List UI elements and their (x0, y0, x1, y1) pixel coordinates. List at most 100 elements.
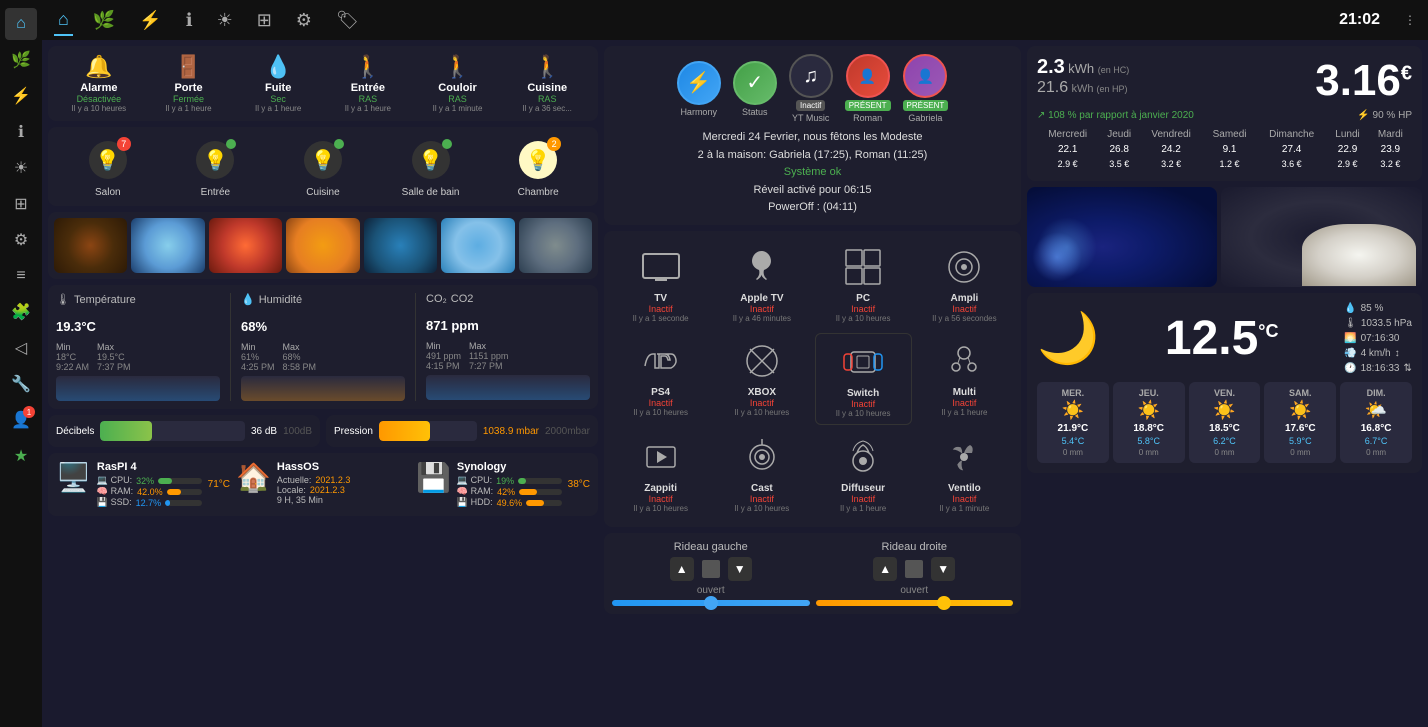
camera-1[interactable] (54, 218, 127, 273)
sidebar-icon-person[interactable]: 👤 (5, 404, 37, 436)
door-icon: 🚪 (175, 54, 202, 80)
sidebar-icon-grid[interactable]: ⊞ (5, 188, 37, 220)
avatar-ytmusic[interactable]: ♫ Inactif YT Music (789, 54, 833, 123)
curtain-right-up-button[interactable]: ▲ (873, 557, 897, 581)
alarm-item-entree[interactable]: 🚶 Entrée RAS Il y a 1 heure (325, 54, 411, 113)
topnav-lightning-icon[interactable]: ⚡ (135, 6, 165, 35)
energy-table: Mercredi Jeudi Vendredi Samedi Dimanche … (1037, 127, 1412, 171)
light-entree[interactable]: 💡 Entrée (164, 135, 268, 198)
media-tv[interactable]: TV Inactif Il y a 1 seconde (612, 239, 709, 329)
media-multi[interactable]: Multi Inactif Il y a 1 heure (916, 333, 1013, 425)
appletv-icon (740, 245, 784, 289)
fuite-label: Fuite (265, 82, 291, 94)
camera-2[interactable] (131, 218, 204, 273)
sidebar-icon-leaf[interactable]: 🌿 (5, 44, 37, 76)
avatar-status[interactable]: ✓ Status (733, 61, 777, 117)
light-cuisine[interactable]: 💡 Cuisine (271, 135, 375, 198)
decibels-value: 36 dB (251, 426, 277, 437)
media-zappiti[interactable]: Zappiti Inactif Il y a 10 heures (612, 429, 709, 519)
euro-samedi: 1.2 € (1202, 157, 1257, 171)
media-appletv[interactable]: Apple TV Inactif Il y a 46 minutes (713, 239, 810, 329)
sidebar-icon-layers[interactable]: ≡ (5, 260, 37, 292)
alarm-item-fuite[interactable]: 💧 Fuite Sec Il y a 1 heure (235, 54, 321, 113)
alarm-item-couloir[interactable]: 🚶 Couloir RAS Il y a 1 minute (415, 54, 501, 113)
media-switch[interactable]: Switch Inactif Il y a 10 heures (815, 333, 912, 425)
day-mardi: Mardi (1369, 127, 1412, 142)
curtain-left-slider[interactable] (612, 600, 810, 606)
euro-dimanche: 3.6 € (1257, 157, 1326, 171)
camera-live-1[interactable] (1027, 187, 1217, 287)
wind-dir-icon: ↕ (1395, 348, 1400, 359)
camera-7[interactable] (519, 218, 592, 273)
topnav-info-icon[interactable]: ℹ (182, 6, 197, 35)
topnav-home-icon[interactable]: ⌂ (54, 5, 73, 36)
alarm-item-cuisine-motion[interactable]: 🚶 Cuisine RAS Il y a 36 sec... (504, 54, 590, 113)
kwh-jeudi: 26.8 (1098, 142, 1140, 157)
xbox-time: Il y a 10 heures (735, 408, 790, 417)
forecast-mer-low: 5.4°C (1062, 436, 1085, 446)
sidebar-icon-arrow[interactable]: ◁ (5, 332, 37, 364)
camera-4[interactable] (286, 218, 359, 273)
topnav-brightness-icon[interactable]: ☀ (213, 6, 237, 35)
camera-6[interactable] (441, 218, 514, 273)
media-ps4[interactable]: PS4 Inactif Il y a 10 heures (612, 333, 709, 425)
camera-3[interactable] (209, 218, 282, 273)
media-xbox[interactable]: XBOX Inactif Il y a 10 heures (713, 333, 810, 425)
avatar-harmony[interactable]: ⚡ Harmony (677, 61, 721, 117)
sidebar-icon-brightness[interactable]: ☀ (5, 152, 37, 184)
diffuseur-status: Inactif (851, 494, 875, 504)
curtain-left-up-button[interactable]: ▲ (670, 557, 694, 581)
topnav-tag-icon[interactable]: 🏷 (332, 6, 363, 35)
media-diffuseur[interactable]: Diffuseur Inactif Il y a 1 heure (815, 429, 912, 519)
center-panel: ⚡ Harmony ✓ Status ♫ Inactif YT Music (604, 46, 1021, 721)
forecast-jeu-high: 18.8°C (1133, 423, 1164, 434)
pressure-weather-icon: 🌡 (1344, 318, 1357, 329)
alarm-item-alarme[interactable]: 🔔 Alarme Désactivée Il y a 10 heures (56, 54, 142, 113)
camera-live-2[interactable] (1221, 187, 1423, 287)
topnav-leaf-icon[interactable]: 🌿 (89, 6, 119, 35)
euro-lundi: 2.9 € (1326, 157, 1368, 171)
curtain-left-down-button[interactable]: ▼ (728, 557, 752, 581)
curtain-right-down-button[interactable]: ▼ (931, 557, 955, 581)
sidebar-icon-star[interactable]: ★ (5, 440, 37, 472)
light-chambre[interactable]: 💡 2 Chambre (486, 135, 590, 198)
euro-mercredi: 2.9 € (1037, 157, 1098, 171)
media-ampli[interactable]: Ampli Inactif Il y a 56 secondes (916, 239, 1013, 329)
sidebar-icon-home[interactable]: ⌂ (5, 8, 37, 40)
ytmusic-avatar: ♫ (789, 54, 833, 98)
sidebar-icon-tools[interactable]: 🔧 (5, 368, 37, 400)
sidebar-icon-gear[interactable]: ⚙ (5, 224, 37, 256)
decibels-panel: Décibels 36 dB 100dB (48, 415, 320, 447)
right-panel: 2.3 kWh (en HC) 21.6 kWh (en HP) 3.16€ (1027, 46, 1422, 721)
sidebar-icon-puzzle[interactable]: 🧩 (5, 296, 37, 328)
forecast-jeu-low: 5.8°C (1137, 436, 1160, 446)
media-pc[interactable]: PC Inactif Il y a 10 heures (815, 239, 912, 329)
sidebar-icon-info[interactable]: ℹ (5, 116, 37, 148)
alarm-label: Alarme (80, 82, 117, 94)
topnav-more-icon[interactable]: ⋮ (1404, 13, 1416, 27)
avatar-gabriela[interactable]: 👤 PRÉSENT Gabriela (903, 54, 949, 123)
light-sdb[interactable]: 💡 Salle de bain (379, 135, 483, 198)
media-cast[interactable]: Cast Inactif Il y a 10 heures (713, 429, 810, 519)
ps4-name: PS4 (651, 387, 670, 398)
sidebar-icon-lightning[interactable]: ⚡ (5, 80, 37, 112)
alarm-item-porte[interactable]: 🚪 Porte Fermée Il y a 1 heure (146, 54, 232, 113)
kwh-samedi: 9.1 (1202, 142, 1257, 157)
avatar-roman[interactable]: 👤 PRÉSENT Roman (845, 54, 891, 123)
hassos-locale: Locale:2021.2.3 (277, 485, 410, 495)
camera-live-row (1027, 187, 1422, 287)
curtain-right-stop-button[interactable] (905, 560, 923, 578)
media-ventilo[interactable]: Ventilo Inactif Il y a 1 minute (916, 429, 1013, 519)
forecast-dim: DIM. 🌤️ 16.8°C 6.7°C 0 mm (1340, 382, 1412, 463)
curtain-left-stop-button[interactable] (702, 560, 720, 578)
ampli-time: Il y a 56 secondes (932, 314, 996, 323)
light-salon[interactable]: 💡 7 Salon (56, 135, 160, 198)
curtain-right-slider[interactable] (816, 600, 1014, 606)
camera-5[interactable] (364, 218, 437, 273)
status-avatar: ✓ (733, 61, 777, 105)
topnav-gear-icon[interactable]: ⚙ (292, 6, 316, 35)
couloir-label: Couloir (438, 82, 477, 94)
topnav-grid-icon[interactable]: ⊞ (253, 6, 276, 35)
weather-humidity-row: 💧 85 % (1344, 303, 1412, 314)
pc-name: PC (856, 293, 870, 304)
